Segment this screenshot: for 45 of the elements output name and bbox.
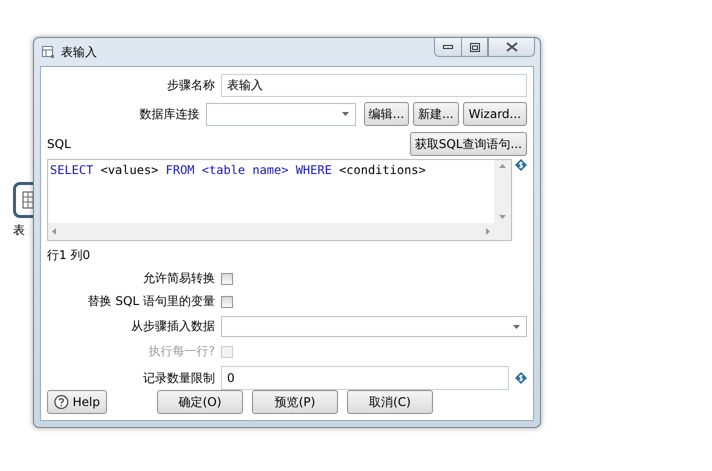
connection-action-button[interactable]: 编辑... bbox=[364, 102, 410, 126]
help-icon bbox=[54, 394, 69, 410]
checkbox[interactable] bbox=[221, 272, 233, 284]
vertical-scrollbar[interactable] bbox=[494, 160, 511, 223]
checkbox[interactable] bbox=[221, 296, 233, 308]
cursor-position: 行1 列0 bbox=[47, 247, 92, 264]
step-name-label: 步骤名称 bbox=[166, 77, 215, 94]
dropdown-caret-icon bbox=[513, 324, 520, 328]
scroll-right-icon[interactable] bbox=[486, 228, 490, 235]
step-name-field[interactable]: 表输入 bbox=[221, 74, 527, 97]
dropdown-caret-icon bbox=[342, 112, 349, 116]
option-label: 允许简易转换 bbox=[142, 270, 215, 287]
connection-dropdown[interactable] bbox=[206, 102, 356, 126]
sql-editor[interactable]: SELECT <values> FROM <table name> WHERE <conditions> bbox=[47, 159, 512, 241]
close-icon bbox=[506, 42, 518, 52]
help-button[interactable]: Help bbox=[47, 390, 107, 414]
dialog-action-button[interactable]: 预览(P) bbox=[252, 390, 338, 414]
window-icon bbox=[42, 46, 55, 58]
get-sql-button[interactable]: 获取SQL查询语句... bbox=[410, 132, 527, 156]
minimize-button[interactable] bbox=[434, 38, 461, 57]
window-title: 表输入 bbox=[61, 44, 98, 60]
dialog-action-button[interactable]: 取消(C) bbox=[347, 390, 433, 414]
scroll-up-icon[interactable] bbox=[499, 164, 506, 168]
scroll-down-icon[interactable] bbox=[499, 215, 506, 219]
connection-action-button[interactable]: Wizard... bbox=[462, 102, 527, 126]
scroll-left-icon[interactable] bbox=[52, 228, 56, 235]
sql-text: SELECT <values> FROM <table name> WHERE <conditions> bbox=[49, 162, 427, 179]
minimize-icon bbox=[443, 45, 453, 49]
variable-icon bbox=[515, 159, 527, 171]
option-label: 记录数量限制 bbox=[142, 370, 215, 386]
variable-icon bbox=[515, 372, 527, 384]
step-label: 表 bbox=[13, 222, 25, 239]
horizontal-scrollbar[interactable] bbox=[48, 223, 511, 240]
connection-label: 数据库连接 bbox=[138, 106, 200, 122]
close-button[interactable] bbox=[488, 38, 535, 57]
sql-label: SQL bbox=[47, 137, 71, 151]
option-label: 替换 SQL 语句里的变量 bbox=[86, 293, 215, 310]
option-label: 从步骤插入数据 bbox=[130, 318, 215, 335]
option-label: 执行每一行? bbox=[148, 343, 215, 360]
connection-action-button[interactable]: 新建... bbox=[413, 102, 459, 126]
maximize-icon bbox=[470, 42, 480, 52]
dialog-action-button[interactable]: 确定(O) bbox=[157, 390, 243, 414]
limit-field[interactable]: 0 bbox=[221, 366, 509, 390]
source-step-dropdown[interactable] bbox=[221, 316, 527, 337]
maximize-button[interactable] bbox=[461, 38, 488, 57]
